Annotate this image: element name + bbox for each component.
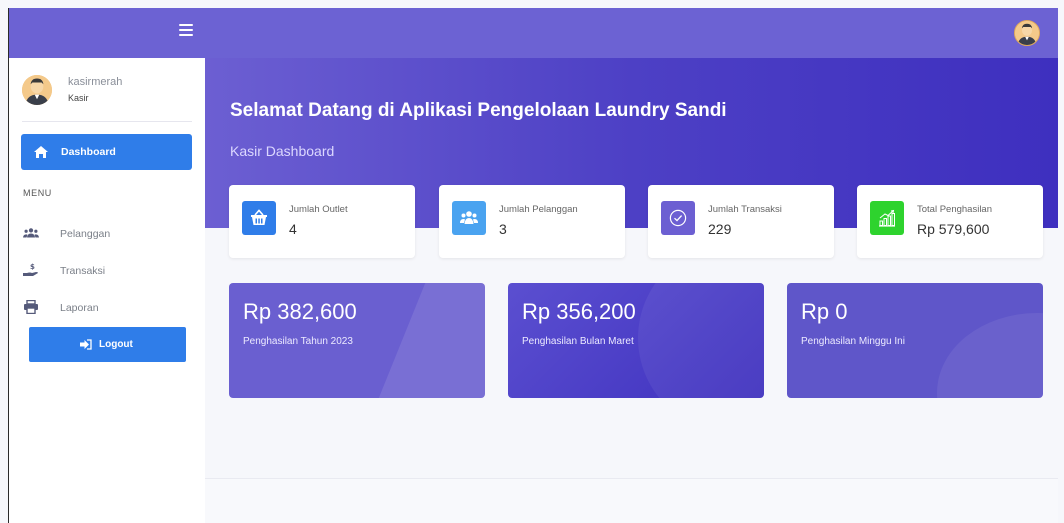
home-icon <box>34 146 48 158</box>
summary-label: Penghasilan Bulan Maret <box>522 336 634 347</box>
menu-heading: MENU <box>23 188 52 198</box>
hand-money-icon: $ <box>23 263 38 276</box>
svg-text:$: $ <box>30 263 35 271</box>
user-avatar-icon[interactable] <box>1014 20 1040 46</box>
check-circle-icon <box>669 209 687 227</box>
stat-value: 3 <box>499 221 507 237</box>
summary-card-month: Rp 356,200 Penghasilan Bulan Maret <box>508 283 764 398</box>
stat-card-transaksi: Jumlah Transaksi 229 <box>648 185 834 258</box>
sidebar-item-pelanggan[interactable]: Pelanggan <box>23 222 193 248</box>
store-basket-icon <box>251 209 267 225</box>
sidebar-item-label: Dashboard <box>61 146 116 158</box>
sidebar-item-dashboard[interactable]: Dashboard <box>21 134 192 170</box>
profile-role: Kasir <box>68 93 89 103</box>
stat-icon-box <box>452 201 486 235</box>
card-decoration <box>937 313 1043 398</box>
stat-label: Total Penghasilan <box>917 204 992 215</box>
summary-amount: Rp 356,200 <box>522 299 636 324</box>
stat-value: Rp 579,600 <box>917 221 990 237</box>
sidebar-item-label: Laporan <box>60 302 99 314</box>
sidebar-item-transaksi[interactable]: $ Transaksi <box>23 259 193 285</box>
page-subtitle: Kasir Dashboard <box>230 143 335 159</box>
users-icon <box>460 211 478 224</box>
page-title: Selamat Datang di Aplikasi Pengelolaan L… <box>230 100 727 121</box>
stat-icon-box <box>242 201 276 235</box>
user-profile: kasirmerah Kasir <box>22 72 192 122</box>
logout-button[interactable]: Logout <box>29 327 186 362</box>
summary-card-year: Rp 382,600 Penghasilan Tahun 2023 <box>229 283 485 398</box>
avatar <box>22 75 52 105</box>
printer-icon <box>24 300 38 314</box>
stat-icon-box <box>661 201 695 235</box>
sidebar-item-label: Transaksi <box>60 265 106 277</box>
app-frame: kasirmerah Kasir Dashboard MENU Pelangga… <box>8 8 1058 523</box>
profile-username: kasirmerah <box>68 76 123 88</box>
summary-label: Penghasilan Tahun 2023 <box>243 336 353 347</box>
sidebar-item-label: Pelanggan <box>60 228 111 240</box>
stat-icon-box <box>870 201 904 235</box>
sidebar-item-laporan[interactable]: Laporan <box>23 296 193 322</box>
stat-value: 4 <box>289 221 297 237</box>
summary-card-week: Rp 0 Penghasilan Minggu Ini <box>787 283 1043 398</box>
summary-label: Penghasilan Minggu Ini <box>801 336 905 347</box>
summary-amount: Rp 382,600 <box>243 299 357 324</box>
stat-card-outlet: Jumlah Outlet 4 <box>229 185 415 258</box>
summary-amount: Rp 0 <box>801 299 848 324</box>
stat-card-penghasilan: Total Penghasilan Rp 579,600 <box>857 185 1043 258</box>
hamburger-icon[interactable] <box>179 24 193 36</box>
sidebar: kasirmerah Kasir Dashboard MENU Pelangga… <box>9 58 205 523</box>
stat-label: Jumlah Transaksi <box>708 204 782 215</box>
stat-card-pelanggan: Jumlah Pelanggan 3 <box>439 185 625 258</box>
logout-label: Logout <box>99 339 133 350</box>
users-icon <box>23 228 39 238</box>
stat-value: 229 <box>708 221 732 237</box>
bar-chart-icon <box>879 209 895 227</box>
card-decoration <box>364 283 485 398</box>
card-decoration <box>638 283 764 398</box>
top-navbar <box>9 8 1058 58</box>
stat-label: Jumlah Outlet <box>289 204 348 215</box>
sign-out-icon <box>80 339 92 350</box>
stat-label: Jumlah Pelanggan <box>499 204 578 215</box>
footer <box>205 479 1058 523</box>
